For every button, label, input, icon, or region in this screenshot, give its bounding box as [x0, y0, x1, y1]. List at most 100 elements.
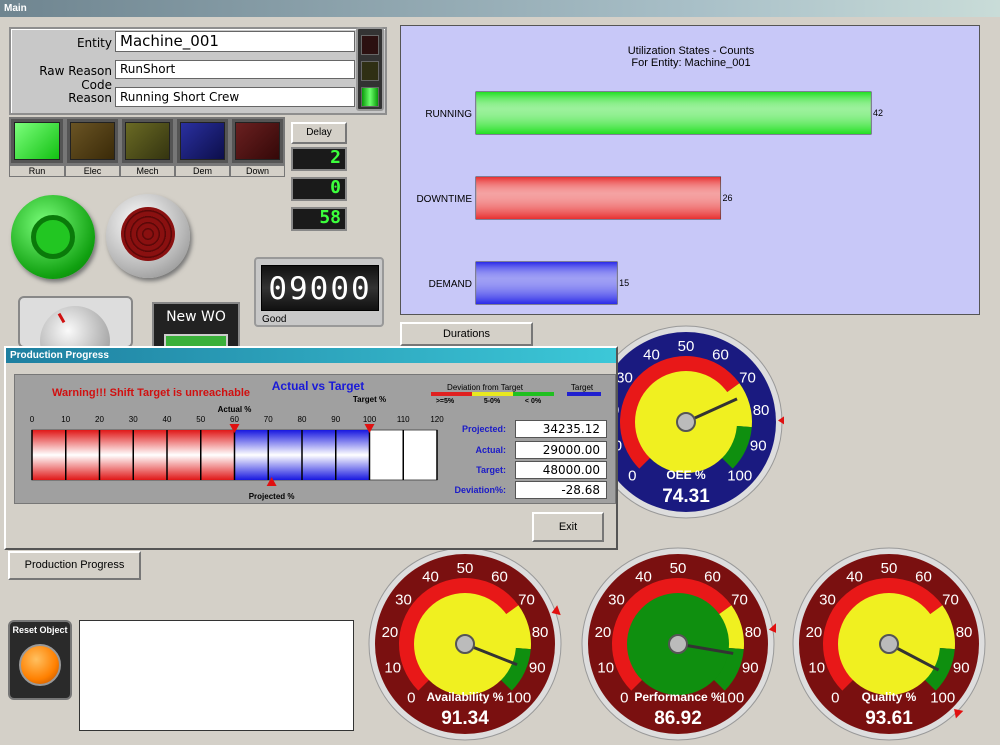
- lamp-mech[interactable]: Mech: [120, 117, 175, 177]
- gauge-tick-label: 50: [881, 560, 898, 577]
- legend-green-swatch: [513, 392, 554, 396]
- gauge-quality-svg: 0 10 20 30 40 50 60 70 80 90 100 Quality % 93.61: [792, 547, 986, 741]
- gauge-label: Availability %: [427, 690, 504, 704]
- reason-label: Reason: [68, 91, 112, 105]
- exit-button[interactable]: Exit: [532, 512, 604, 542]
- gauge-tick-label: 10: [384, 659, 401, 676]
- scale-tick-label: 20: [95, 415, 104, 424]
- gauge-value: 93.61: [865, 708, 913, 729]
- raw-reason-field[interactable]: RunShort: [115, 60, 355, 79]
- gauge-performance: 0 10 20 30 40 50 60 70 80 90 100 Performance % 86.92: [580, 546, 778, 742]
- gauge-tick-label: 0: [831, 690, 839, 707]
- gauge-tick-label: 20: [806, 624, 823, 641]
- gauge-availability-svg: 0 10 20 30 40 50 60 70 80 90 100Availability % 91.3…: [368, 547, 562, 741]
- lamp-down-light: [235, 122, 280, 160]
- gauge-hub: [676, 412, 696, 432]
- durations-button[interactable]: Durations: [400, 322, 533, 346]
- lamp-down[interactable]: Down: [230, 117, 285, 177]
- scale-tick-label: 50: [196, 415, 205, 424]
- lamp-mech-light: [125, 122, 170, 160]
- deviation-label: Deviation%:: [454, 485, 506, 495]
- value-label-downtime: 26: [723, 193, 733, 203]
- gauge-tick-label: 90: [953, 659, 970, 676]
- message-area[interactable]: [79, 620, 354, 731]
- gauge-tick-label: 70: [739, 369, 756, 386]
- gauge-tick-label: 90: [750, 437, 767, 454]
- utilization-chart-svg: Utilization States - Counts For Entity: …: [416, 45, 883, 305]
- value-label-demand: 15: [619, 278, 629, 288]
- legend-target-label: Target: [571, 383, 594, 392]
- gauge-tick-label: 40: [846, 568, 863, 585]
- stop-button[interactable]: [106, 194, 190, 278]
- gauge-tick-label: 0: [620, 690, 628, 707]
- lamp-dem[interactable]: Dem: [175, 117, 230, 177]
- bar-shine-demand: [476, 262, 618, 304]
- lamp-elec[interactable]: Elec: [65, 117, 120, 177]
- gauge-tick-label: 0: [628, 468, 636, 485]
- reset-object-button[interactable]: [19, 644, 61, 686]
- gauge-tick-label: 80: [532, 624, 549, 641]
- scale-tick-label: 100: [363, 415, 377, 424]
- gauge-quality: 0 10 20 30 40 50 60 70 80 90 100 Quality % 93.61: [791, 546, 987, 742]
- scale-tick-label: 60: [230, 415, 239, 424]
- gauge-hub: [879, 634, 899, 654]
- target-marker-label: Target %: [353, 395, 386, 404]
- target-label: Target:: [476, 465, 506, 475]
- gauge-tick-label: 30: [608, 591, 625, 608]
- lamp-elec-light: [70, 122, 115, 160]
- gauge-tick-label: 0: [407, 690, 415, 707]
- gauge-value: 91.34: [441, 708, 489, 729]
- gauge-value: 74.31: [662, 486, 710, 507]
- raw-reason-label: Raw Reason Code: [39, 64, 112, 92]
- gauge-tick-label: 70: [731, 591, 748, 608]
- gauge-hub: [455, 634, 475, 654]
- actual-label: Actual:: [475, 445, 506, 455]
- bar-shine-downtime: [476, 177, 721, 219]
- window-title: Main: [0, 0, 1000, 17]
- gauge-tick-label: 50: [457, 560, 474, 577]
- lamp-elec-label: Elec: [65, 165, 120, 177]
- entity-field[interactable]: Machine_001: [115, 31, 355, 52]
- reason-field[interactable]: Running Short Crew: [115, 87, 355, 107]
- deviation-value: -28.68: [515, 481, 607, 499]
- gauge-tick-label: 10: [808, 659, 825, 676]
- production-progress-button[interactable]: Production Progress: [8, 551, 141, 580]
- scale-tick-label: 0: [30, 415, 35, 424]
- gauge-availability: 0 10 20 30 40 50 60 70 80 90 100 Availability % 91.3…: [367, 546, 563, 742]
- gauge-tick-label: 70: [518, 591, 535, 608]
- legend-title: Deviation from Target: [447, 383, 524, 392]
- scale-tick-label: 40: [163, 415, 172, 424]
- delay-counter-3: 58: [291, 207, 347, 231]
- bar-shine-running: [476, 92, 871, 134]
- gauge-label: Quality %: [862, 690, 917, 704]
- stack-light-green: [361, 87, 379, 107]
- new-wo-panel: New WO: [152, 302, 240, 350]
- projected-label: Projected:: [461, 424, 506, 434]
- warning-text: Warning!!! Shift Target is unreachable: [52, 387, 250, 399]
- chart-title: Actual vs Target: [272, 379, 364, 393]
- gauge-hub: [668, 634, 688, 654]
- start-button[interactable]: [11, 195, 95, 279]
- value-label-running: 42: [873, 108, 883, 118]
- scale-tick-label: 120: [430, 415, 444, 424]
- delay-counter-1: 2: [291, 147, 347, 171]
- gauge-tick-label: 50: [678, 338, 695, 355]
- lamp-run[interactable]: Run: [9, 117, 65, 177]
- actual-value: 29000.00: [515, 441, 607, 459]
- gauge-tick-label: 20: [595, 624, 612, 641]
- actual-marker-label: Actual %: [218, 405, 252, 414]
- good-counter-digits: 09000: [261, 265, 379, 311]
- gauge-tick-label: 100: [727, 468, 752, 485]
- new-wo-label: New WO: [166, 309, 226, 325]
- lamp-run-label: Run: [9, 165, 65, 177]
- delay-counter-2: 0: [291, 177, 347, 201]
- delay-button[interactable]: Delay: [291, 122, 347, 144]
- scale-tick-label: 80: [298, 415, 307, 424]
- projected-value: 34235.12: [515, 420, 607, 438]
- gauge-tick-label: 90: [529, 659, 546, 676]
- stack-light: [356, 27, 384, 111]
- target-value: 48000.00: [515, 461, 607, 479]
- gauge-tick-label: 30: [616, 369, 633, 386]
- production-progress-dialog: Production Progress Warning!!! Shift Tar…: [4, 346, 618, 550]
- lamp-run-light: [14, 122, 60, 160]
